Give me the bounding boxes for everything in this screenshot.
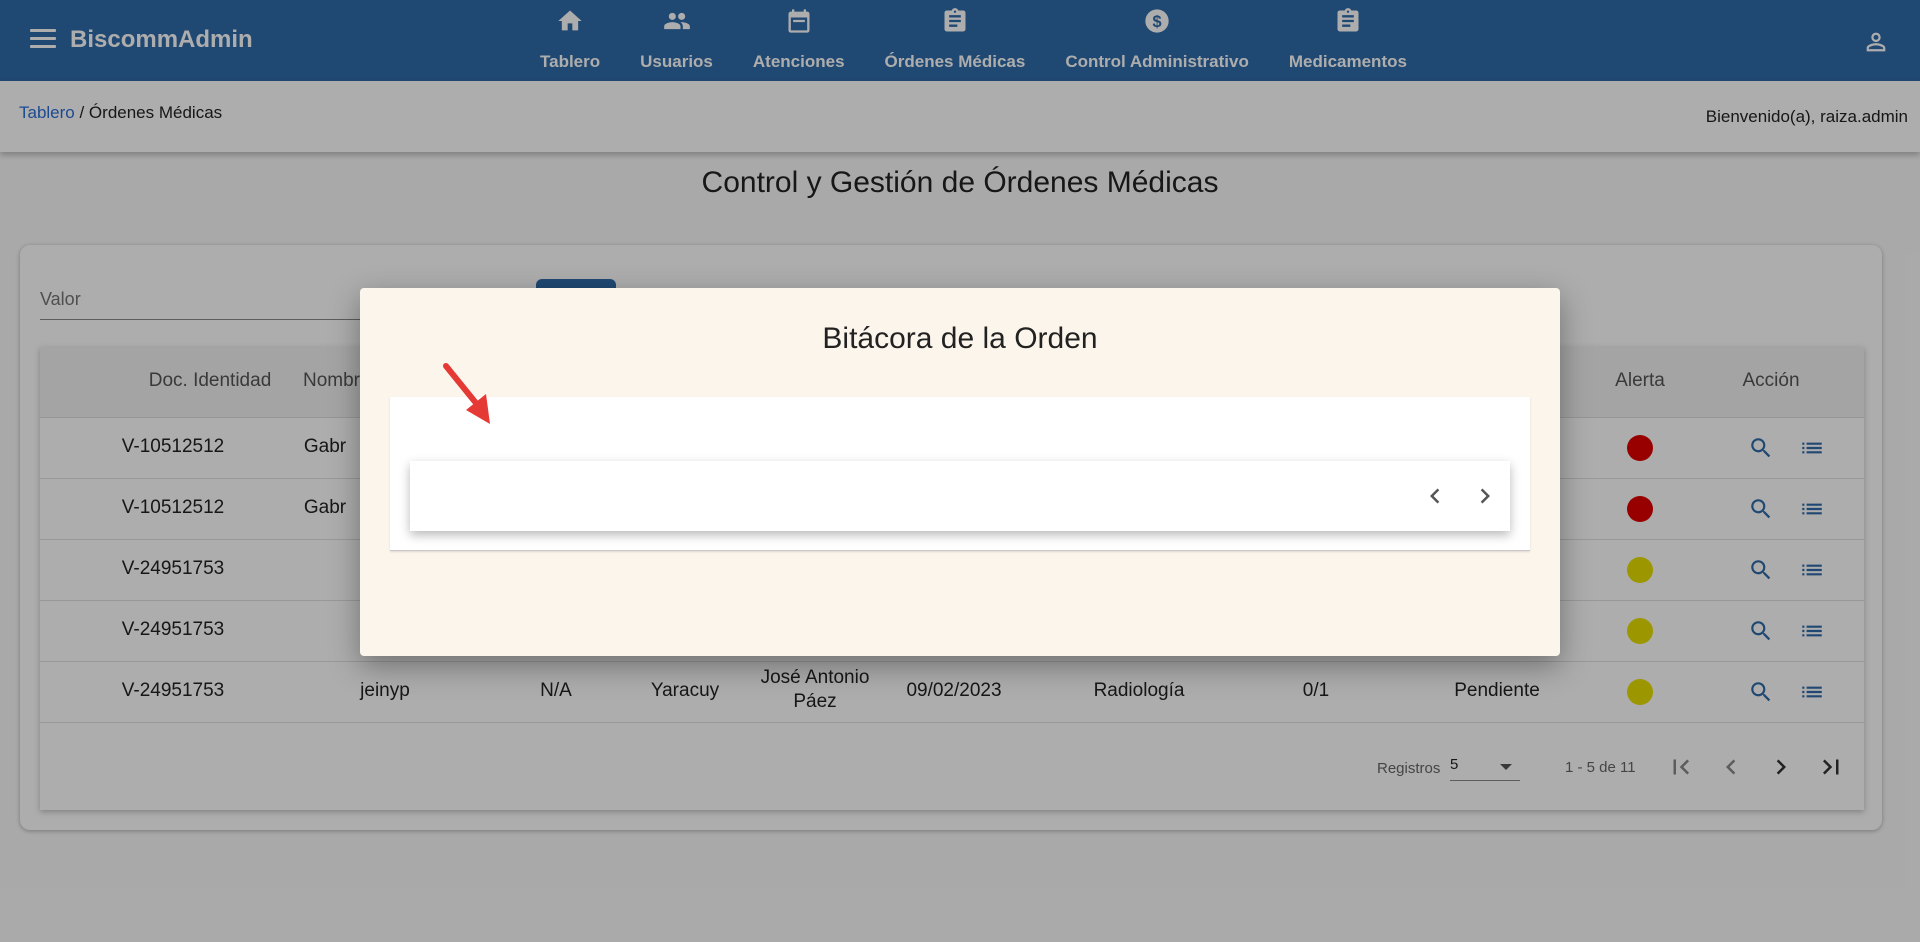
log-carousel: [410, 461, 1510, 531]
chevron-left-icon[interactable]: [1420, 481, 1450, 511]
annotation-arrow-icon: [440, 360, 500, 430]
dialog-title: Bitácora de la Orden: [822, 322, 1098, 355]
order-log-dialog: Bitácora de la Orden: [360, 288, 1560, 656]
chevron-right-icon[interactable]: [1470, 481, 1500, 511]
dialog-content-panel: [390, 397, 1530, 551]
